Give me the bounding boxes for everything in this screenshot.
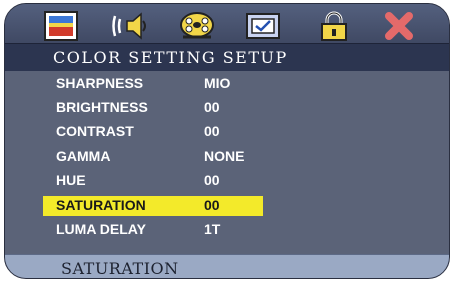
icon-bar — [5, 4, 449, 48]
setting-label: GAMMA — [56, 148, 111, 164]
lock-icon[interactable] — [314, 10, 354, 42]
setting-label: BRIGHTNESS — [56, 99, 148, 115]
audio-speaker-icon[interactable] — [111, 10, 151, 42]
setting-value: 1T — [204, 221, 221, 237]
picture-icon[interactable] — [41, 10, 81, 42]
setting-value: 00 — [204, 197, 220, 213]
setting-row-brightness[interactable]: BRIGHTNESS 00 — [43, 98, 263, 118]
setting-label: SHARPNESS — [56, 75, 144, 91]
title-strip: COLOR SETTING SETUP — [5, 43, 449, 73]
checkbox-icon[interactable] — [243, 10, 283, 42]
status-bar: SATURATION — [5, 254, 449, 278]
setting-label: HUE — [56, 172, 86, 188]
status-text: SATURATION — [61, 259, 179, 278]
setting-row-luma-delay[interactable]: LUMA DELAY 1T — [43, 220, 263, 240]
setting-value: 00 — [204, 123, 220, 139]
setting-row-hue[interactable]: HUE 00 — [43, 171, 263, 191]
setting-value: NONE — [204, 148, 245, 164]
setting-value: 00 — [204, 172, 220, 188]
setting-value: 00 — [204, 99, 220, 115]
setting-label: SATURATION — [56, 197, 146, 213]
film-reel-icon[interactable] — [177, 10, 217, 42]
settings-list: SHARPNESS MIO BRIGHTNESS 00 CONTRAST 00 … — [5, 71, 449, 254]
setting-row-saturation[interactable]: SATURATION 00 — [43, 196, 263, 216]
setting-value: MIO — [204, 75, 231, 91]
setting-label: CONTRAST — [56, 123, 134, 139]
setting-row-gamma[interactable]: GAMMA NONE — [43, 147, 263, 167]
page-title: COLOR SETTING SETUP — [53, 48, 288, 67]
setting-row-contrast[interactable]: CONTRAST 00 — [43, 122, 263, 142]
setting-label: LUMA DELAY — [56, 221, 146, 237]
osd-panel: COLOR SETTING SETUP SHARPNESS MIO BRIGHT… — [4, 3, 450, 279]
close-x-icon[interactable] — [379, 10, 419, 42]
setting-row-sharpness[interactable]: SHARPNESS MIO — [43, 74, 263, 94]
